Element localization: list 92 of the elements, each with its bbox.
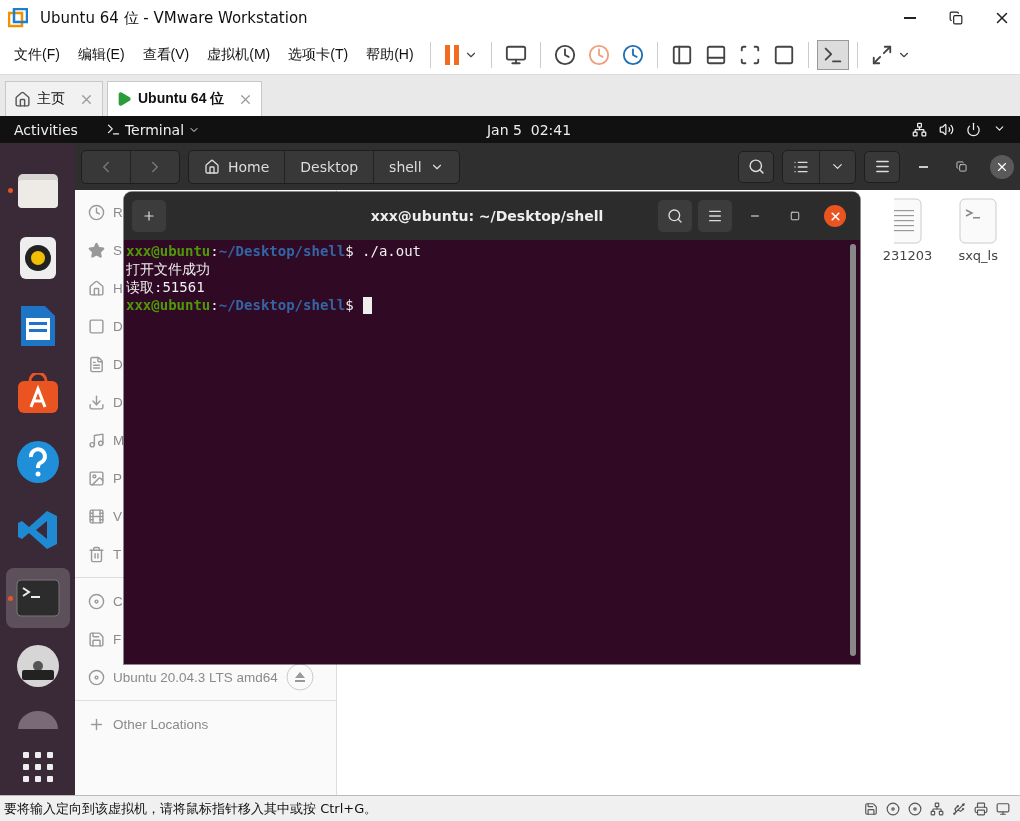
home-icon xyxy=(14,90,31,108)
disc-icon xyxy=(88,668,105,686)
tab[interactable]: 主页 xyxy=(5,81,103,116)
close-icon xyxy=(828,209,842,223)
code-editor-icon xyxy=(16,509,59,551)
minimize-icon xyxy=(918,165,928,168)
menu-item[interactable]: 编辑(E) xyxy=(69,42,133,68)
network-icon xyxy=(912,122,927,137)
printer-icon[interactable] xyxy=(974,801,988,816)
app-grid-icon xyxy=(20,750,55,784)
speaker-icon xyxy=(17,236,58,280)
disc-icon xyxy=(88,592,105,610)
activities-label[interactable]: Activities xyxy=(14,121,78,138)
shopping-bag-icon xyxy=(15,373,60,415)
eject-icon[interactable] xyxy=(285,663,314,691)
home-icon xyxy=(88,279,105,297)
restore-icon xyxy=(949,11,963,25)
download-icon xyxy=(88,393,105,411)
drive-icon xyxy=(88,630,105,648)
script-file-icon xyxy=(959,198,998,244)
terminal-icon xyxy=(15,579,60,617)
plus-icon xyxy=(142,209,156,223)
menu-item[interactable]: 选项卡(T) xyxy=(280,42,357,68)
terminal-line: xxx@ubuntu:~/Desktop/shell$ ./a.out xyxy=(126,242,422,260)
window-title: Ubuntu 64 位 - VMware Workstation xyxy=(40,8,309,28)
power-icon xyxy=(966,122,981,137)
toolbar-button[interactable] xyxy=(816,40,849,70)
tab[interactable]: Ubuntu 64 位 xyxy=(107,81,263,116)
menu-button[interactable] xyxy=(864,150,900,183)
search-icon xyxy=(667,208,683,224)
clock-icon xyxy=(621,44,644,66)
minimize-icon xyxy=(904,17,916,19)
clock-icon xyxy=(587,44,610,66)
music-icon xyxy=(88,431,105,449)
menu-item[interactable]: 帮助(H) xyxy=(358,42,422,68)
picture-icon xyxy=(88,469,105,487)
clock[interactable]: Jan 5 02:41 xyxy=(200,120,912,139)
usb-icon[interactable] xyxy=(952,801,966,816)
terminal-icon xyxy=(105,122,121,137)
terminal-line: xxx@ubuntu:~/Desktop/shell$ xyxy=(126,296,354,314)
drive-icon[interactable] xyxy=(864,801,878,816)
search-button[interactable] xyxy=(738,150,774,183)
clock-icon xyxy=(88,203,105,221)
monitor-icon[interactable] xyxy=(996,801,1010,816)
play-icon xyxy=(116,91,132,107)
menu-icon xyxy=(873,158,891,175)
home-icon xyxy=(204,158,220,175)
menu-icon xyxy=(707,208,723,224)
star-icon xyxy=(88,241,105,259)
terminal-line: 读取:51561 xyxy=(126,278,205,296)
menu-item[interactable]: 文件(F) xyxy=(6,42,68,68)
trash-icon xyxy=(88,545,105,563)
path-button[interactable]: Home xyxy=(189,150,286,183)
square-icon xyxy=(772,44,795,66)
help-icon xyxy=(15,440,60,484)
file-item[interactable]: sxq_ls xyxy=(958,198,998,263)
search-icon xyxy=(747,158,765,175)
clock-icon xyxy=(553,44,576,66)
menu-item[interactable]: 虚拟机(M) xyxy=(199,42,279,68)
panel-icon xyxy=(704,44,727,66)
disc-icon xyxy=(15,644,60,688)
search-button[interactable] xyxy=(658,200,692,232)
text-file-icon xyxy=(893,198,922,244)
desktop-icon xyxy=(88,317,105,335)
panel-icon xyxy=(670,44,693,66)
close-button[interactable] xyxy=(824,205,846,227)
disc-icon[interactable] xyxy=(886,801,900,816)
network-icon[interactable] xyxy=(930,801,944,816)
status-text: 要将输入定向到该虚拟机，请将鼠标指针移入其中或按 Ctrl+G。 xyxy=(4,799,379,818)
full-screen-icon xyxy=(738,44,761,66)
app-logo-icon xyxy=(8,8,28,28)
pause-icon xyxy=(443,44,460,66)
app-menu[interactable]: Terminal xyxy=(105,121,201,138)
terminal-line: 打开文件成功 xyxy=(126,260,210,278)
path-button[interactable]: shell xyxy=(374,150,459,183)
menu-button[interactable] xyxy=(698,200,732,232)
expand-icon xyxy=(870,44,893,66)
menu-item[interactable]: 查看(V) xyxy=(134,42,198,68)
close-button[interactable] xyxy=(990,154,1014,179)
document-icon xyxy=(18,304,57,348)
restore-icon xyxy=(955,161,967,172)
maximize-icon xyxy=(790,211,800,221)
terminal-title: xxx@ubuntu: ~/Desktop/shell xyxy=(369,208,605,224)
film-icon xyxy=(88,507,105,525)
volume-icon xyxy=(939,122,954,137)
new-tab-button[interactable] xyxy=(132,200,166,232)
document-icon xyxy=(88,355,105,373)
path-button[interactable]: Desktop xyxy=(285,150,375,183)
monitor-icon xyxy=(504,44,527,66)
file-item[interactable]: 231203 xyxy=(882,198,933,263)
disc-icon[interactable] xyxy=(908,801,922,816)
scrollbar[interactable] xyxy=(850,244,856,656)
